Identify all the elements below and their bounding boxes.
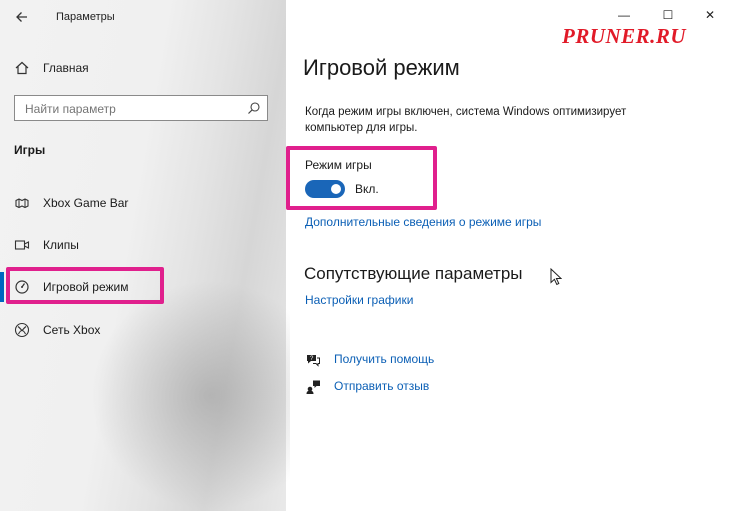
- back-arrow-icon[interactable]: [14, 9, 30, 25]
- xbox-logo-icon: [14, 322, 30, 338]
- site-watermark: PRUNER.RU: [562, 24, 687, 48]
- game-mode-toggle-label: Режим игры: [305, 158, 372, 172]
- get-help-link[interactable]: Получить помощь: [334, 352, 434, 366]
- more-info-link[interactable]: Дополнительные сведения о режиме игры: [305, 215, 541, 229]
- search-box[interactable]: [14, 95, 268, 121]
- active-indicator: [0, 272, 4, 302]
- page-description: Когда режим игры включен, система Window…: [305, 106, 627, 134]
- related-settings-title: Сопутствующие параметры: [304, 264, 523, 283]
- graphics-settings-link[interactable]: Настройки графики: [305, 293, 413, 307]
- feedback-icon: [305, 379, 321, 395]
- search-input[interactable]: [23, 99, 247, 119]
- highlight-frame-sidebar: [6, 267, 164, 304]
- window-title: Параметры: [56, 11, 115, 23]
- background-shade: [90, 280, 290, 511]
- title-bar: Параметры: [0, 0, 286, 34]
- page-title: Игровой режим: [303, 55, 460, 80]
- search-icon[interactable]: [247, 101, 261, 115]
- navigation-pane: [0, 0, 290, 511]
- sidebar-item-label: Xbox Game Bar: [43, 196, 129, 210]
- toggle-state-text: Вкл.: [355, 182, 379, 196]
- minimize-button[interactable]: —: [614, 8, 634, 24]
- game-mode-toggle[interactable]: [305, 180, 345, 198]
- sidebar-item-label: Главная: [43, 61, 89, 75]
- feedback-link[interactable]: Отправить отзыв: [334, 379, 429, 393]
- home-icon: [14, 60, 30, 76]
- highlight-frame-toggle: [286, 146, 437, 210]
- section-title-games: Игры: [14, 143, 46, 157]
- maximize-button[interactable]: ☐: [658, 8, 678, 24]
- mouse-cursor-icon: [550, 267, 563, 286]
- clips-icon: [14, 237, 30, 253]
- sidebar-item-label: Сеть Xbox: [43, 323, 101, 337]
- close-button[interactable]: ✕: [700, 8, 720, 24]
- xbox-game-bar-icon: [14, 195, 30, 211]
- get-help-icon: ?: [305, 352, 321, 368]
- sidebar-item-label: Клипы: [43, 238, 79, 252]
- toggle-knob: [331, 184, 341, 194]
